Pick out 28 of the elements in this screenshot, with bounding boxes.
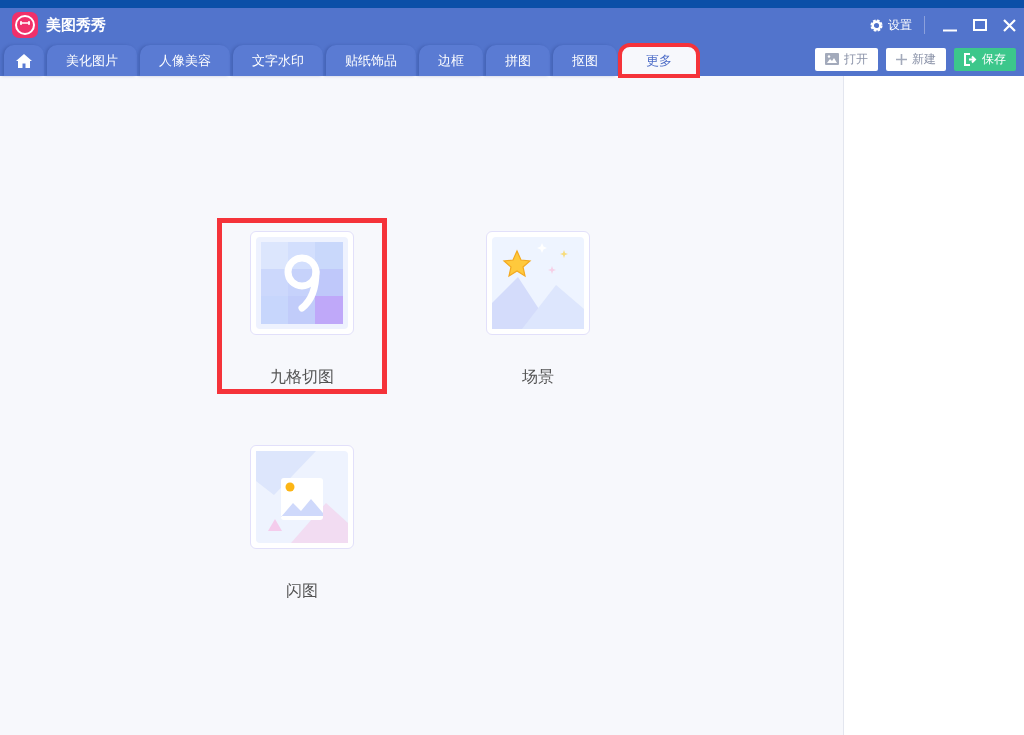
plus-icon bbox=[896, 53, 907, 65]
settings-link[interactable]: 设置 bbox=[888, 16, 912, 34]
app-logo-icon bbox=[12, 12, 38, 38]
tab[interactable]: 边框 bbox=[419, 45, 483, 76]
open-button[interactable]: 打开 bbox=[815, 47, 878, 71]
tab[interactable]: 抠图 bbox=[553, 45, 617, 76]
window-title: 美图秀秀 bbox=[46, 14, 106, 36]
tab[interactable]: 贴纸饰品 bbox=[326, 45, 416, 76]
tab[interactable]: 文字水印 bbox=[233, 45, 323, 76]
home-tab[interactable] bbox=[4, 45, 44, 76]
tool-label[interactable]: 闪图 bbox=[286, 579, 318, 603]
save-button[interactable]: 保存 bbox=[954, 47, 1016, 71]
tool-label[interactable]: 九格切图 bbox=[270, 365, 334, 389]
tool-tile[interactable] bbox=[250, 445, 354, 549]
maximize-icon[interactable] bbox=[973, 19, 987, 31]
image-icon bbox=[825, 53, 839, 65]
exit-icon bbox=[964, 52, 977, 66]
tab[interactable]: 人像美容 bbox=[140, 45, 230, 76]
tab[interactable]: 更多 bbox=[620, 45, 698, 76]
tool-tile[interactable] bbox=[486, 231, 590, 335]
tool-tile[interactable] bbox=[250, 231, 354, 335]
settings-icon[interactable] bbox=[869, 17, 884, 33]
new-button[interactable]: 新建 bbox=[886, 47, 946, 71]
close-icon[interactable] bbox=[1003, 18, 1016, 32]
home-icon bbox=[16, 54, 32, 69]
tab[interactable]: 美化图片 bbox=[47, 45, 137, 76]
tab[interactable]: 拼图 bbox=[486, 45, 550, 76]
tool-label[interactable]: 场景 bbox=[522, 365, 554, 389]
